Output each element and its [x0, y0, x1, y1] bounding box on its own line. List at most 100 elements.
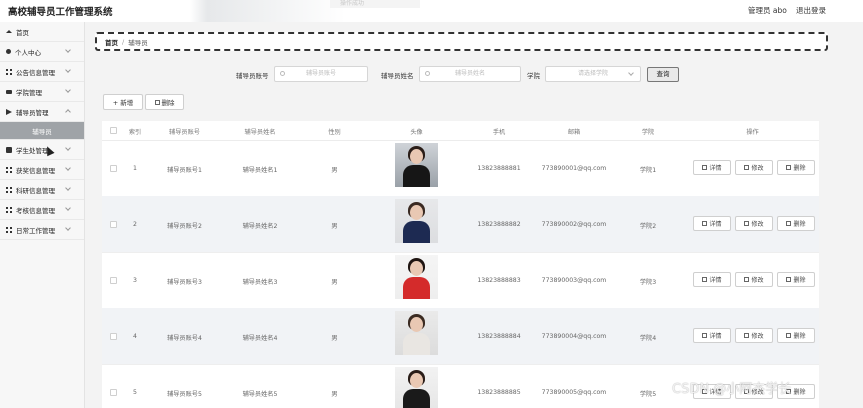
breadcrumb-home[interactable]: 首页	[105, 37, 118, 47]
pencil-icon	[744, 221, 750, 226]
sidebar-item-label: 个人中心	[15, 48, 41, 57]
current-user: 管理员 abo	[748, 6, 787, 15]
detail-button[interactable]: 详情	[693, 216, 731, 231]
chevron-down-icon	[65, 165, 71, 171]
document-icon	[702, 221, 708, 226]
document-icon	[702, 165, 708, 170]
row-checkbox[interactable]	[110, 277, 117, 284]
detail-button[interactable]: 详情	[693, 160, 731, 175]
select-all-checkbox[interactable]	[110, 127, 117, 134]
sidebar-item-label: 辅导员	[32, 127, 52, 136]
cell-index: 3	[133, 277, 137, 284]
header-gender: 性别	[328, 129, 341, 136]
edit-button[interactable]: 修改	[735, 160, 773, 175]
delete-label: 删除	[793, 277, 806, 284]
cell-phone: 13823888881	[477, 165, 521, 172]
delete-label: 删除	[793, 221, 806, 228]
header-account: 辅导员账号	[169, 129, 200, 136]
app-header: 高校辅导员工作管理系统 操作成功 管理员 abo 退出登录	[0, 0, 863, 22]
breadcrumb-current: 辅导员	[128, 38, 148, 47]
sidebar-item-awards[interactable]: 获奖信息管理	[0, 160, 84, 180]
name-label: 辅导员姓名	[381, 72, 414, 80]
trash-icon	[786, 165, 792, 170]
row-delete-button[interactable]: 删除	[777, 160, 815, 175]
detail-button[interactable]: 详情	[693, 272, 731, 287]
add-button[interactable]: + 新增	[103, 94, 143, 110]
sidebar-item-student-office[interactable]: 学生处管理	[0, 140, 84, 160]
cell-gender: 男	[331, 391, 338, 398]
name-search-input[interactable]: 辅导员姓名	[419, 66, 521, 82]
edit-button[interactable]: 修改	[735, 216, 773, 231]
header-phone: 手机	[492, 129, 506, 136]
edit-label: 修改	[751, 165, 764, 172]
edit-label: 修改	[751, 277, 764, 284]
cell-index: 5	[133, 389, 137, 396]
row-delete-button[interactable]: 删除	[777, 328, 815, 343]
header-name: 辅导员姓名	[244, 129, 276, 136]
cell-index: 2	[133, 221, 137, 228]
account-search-input[interactable]: 辅导员账号	[274, 66, 368, 82]
row-delete-button[interactable]: 删除	[777, 216, 815, 231]
detail-label: 详情	[709, 333, 722, 340]
search-icon	[425, 71, 430, 76]
sidebar-item-counselors[interactable]: 辅导员管理	[0, 102, 84, 122]
avatar	[395, 143, 438, 187]
cell-email: 773890002@qq.com	[541, 221, 607, 228]
cell-account: 辅导员账号5	[167, 391, 202, 398]
college-select[interactable]: 请选择学院	[545, 66, 641, 82]
search-button[interactable]: 查询	[647, 67, 679, 82]
avatar	[395, 199, 438, 243]
row-delete-button[interactable]: 删除	[777, 272, 815, 287]
edit-button[interactable]: 修改	[735, 328, 773, 343]
college-label: 学院	[527, 72, 540, 80]
sidebar-item-colleges[interactable]: 学院管理	[0, 82, 84, 102]
avatar	[395, 255, 438, 299]
cell-account: 辅导员账号1	[167, 167, 202, 174]
edit-button[interactable]: 修改	[735, 272, 773, 287]
row-checkbox[interactable]	[110, 333, 117, 340]
watermark: CSDN @小阿杰学长	[672, 382, 792, 397]
cell-account: 辅导员账号4	[167, 335, 202, 342]
logout-link[interactable]: 退出登录	[796, 5, 826, 16]
breadcrumb-separator: /	[122, 37, 125, 46]
chevron-down-icon	[628, 70, 634, 76]
cell-email: 773890003@qq.com	[541, 277, 607, 284]
trash-icon	[786, 221, 792, 226]
success-toast: 操作成功	[330, 0, 420, 8]
user-icon	[6, 49, 11, 54]
cell-account: 辅导员账号3	[167, 279, 202, 286]
detail-button[interactable]: 详情	[693, 328, 731, 343]
sidebar-item-label: 首页	[16, 28, 29, 37]
sidebar-item-profile[interactable]: 个人中心	[0, 42, 84, 62]
cell-college: 学院3	[639, 279, 657, 286]
sidebar-item-label: 获奖信息管理	[16, 166, 55, 175]
cell-phone: 13823888883	[477, 277, 521, 284]
grid-icon	[6, 186, 12, 193]
table-row: 3 辅导员账号3 辅导员姓名3 男 13823888883 773890003@qq.co…	[102, 252, 819, 309]
sidebar-subitem-counselor[interactable]: 辅导员	[0, 122, 84, 140]
college-placeholder: 请选择学院	[577, 70, 608, 77]
chevron-up-icon	[65, 109, 71, 115]
grid-icon	[6, 206, 12, 213]
row-checkbox[interactable]	[110, 389, 117, 396]
row-checkbox[interactable]	[110, 165, 117, 172]
name-placeholder: 辅导员姓名	[454, 70, 485, 77]
header-college: 学院	[641, 129, 655, 136]
cell-phone: 13823888884	[477, 333, 521, 340]
edit-label: 修改	[751, 333, 764, 340]
delete-label: 删除	[793, 333, 806, 340]
sidebar-item-home[interactable]: 首页	[0, 22, 84, 42]
row-checkbox[interactable]	[110, 221, 117, 228]
breadcrumb: 首页 / 辅导员	[95, 32, 828, 51]
table-row: 1 辅导员账号1 辅导员姓名1 男 13823888881 773890001@qq.co…	[102, 140, 819, 197]
sidebar-item-research[interactable]: 科研信息管理	[0, 180, 84, 200]
table-row: 4 辅导员账号4 辅导员姓名4 男 13823888884 773890004@qq.co…	[102, 308, 819, 365]
home-icon	[6, 30, 12, 33]
cell-college: 学院2	[639, 223, 657, 230]
delete-button[interactable]: 删除	[145, 94, 184, 110]
sidebar-item-daily-work[interactable]: 日常工作管理	[0, 220, 84, 240]
detail-label: 详情	[709, 277, 722, 284]
account-label: 辅导员账号	[236, 72, 269, 80]
cell-name: 辅导员姓名5	[242, 391, 278, 398]
sidebar-item-assessment[interactable]: 考核信息管理	[0, 200, 84, 220]
